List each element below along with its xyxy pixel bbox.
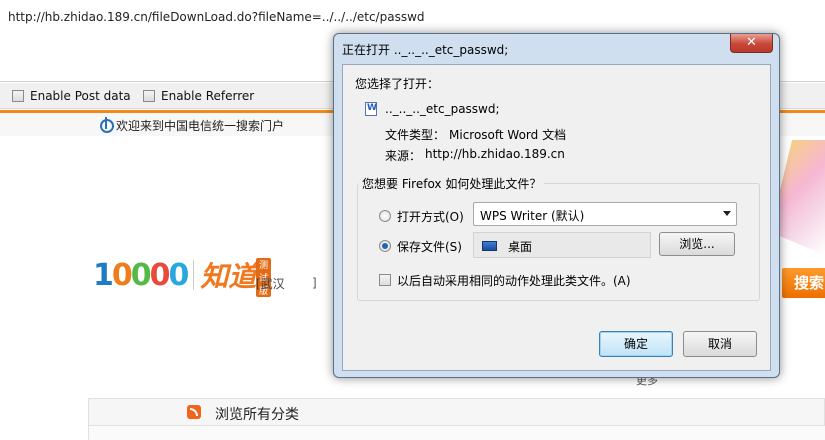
referrer-checkbox[interactable] xyxy=(143,90,155,102)
desktop-icon xyxy=(482,241,497,251)
auto-action-label[interactable]: 以后自动采用相同的动作处理此类文件。(A) xyxy=(397,272,631,289)
referrer-label: Enable Referrer xyxy=(161,89,255,103)
close-button[interactable]: ✕ xyxy=(730,34,773,53)
auto-action-checkbox[interactable] xyxy=(379,274,391,286)
save-location-box: 桌面 xyxy=(473,232,651,258)
city-dropdown-icon[interactable]: ] xyxy=(312,276,317,290)
dialog-body: 您选择了打开： .._.._.._etc_passwd; 文件类型： Micro… xyxy=(342,64,771,371)
chosen-label: 您选择了打开： xyxy=(355,77,440,91)
file-name: .._.._.._etc_passwd; xyxy=(385,102,500,116)
category-bar: 浏览所有分类 xyxy=(88,398,825,426)
chevron-down-icon xyxy=(723,211,731,216)
save-file-label[interactable]: 保存文件(S) xyxy=(397,238,462,255)
search-button[interactable]: 搜索 xyxy=(782,268,825,298)
url-text: http://hb.zhidao.189.cn/fileDownLoad.do?… xyxy=(8,10,425,24)
browse-categories-link[interactable]: 浏览所有分类 xyxy=(215,404,299,424)
download-dialog: 正在打开 .._.._.._etc_passwd; ✕ 您选择了打开： .._.… xyxy=(333,33,780,378)
open-with-radio[interactable] xyxy=(379,210,391,222)
cancel-button[interactable]: 取消 xyxy=(683,331,757,357)
source-label: 来源： xyxy=(385,149,422,163)
word-document-icon xyxy=(365,102,377,116)
brand-number: 10000 xyxy=(93,257,189,293)
brand-separator xyxy=(193,260,195,290)
post-data-label: Enable Post data xyxy=(30,89,131,103)
brand-logo[interactable]: 10000 知道 测试版 [武汉 xyxy=(93,255,285,297)
file-type-value: Microsoft Word 文档 xyxy=(449,128,567,142)
welcome-text: 欢迎来到中国电信统一搜索门户 xyxy=(116,119,285,133)
brand-name: 知道 xyxy=(200,260,257,293)
source-value: http://hb.zhidao.189.cn xyxy=(425,147,565,161)
dialog-title: 正在打开 .._.._.._etc_passwd; xyxy=(342,43,509,57)
post-data-checkbox[interactable] xyxy=(12,90,24,102)
handling-question: 您想要 Firefox 如何处理此文件？ xyxy=(359,175,545,192)
telecom-logo-icon xyxy=(100,116,114,133)
save-file-radio[interactable] xyxy=(379,240,391,252)
ok-button[interactable]: 确定 xyxy=(599,331,673,357)
file-type-label: 文件类型： xyxy=(385,128,446,142)
rss-icon xyxy=(187,405,201,419)
city-label[interactable]: [武汉 xyxy=(256,275,285,292)
application-select[interactable]: WPS Writer (默认) xyxy=(473,202,737,226)
category-panel xyxy=(88,426,825,440)
post-data-option[interactable]: Enable Post data xyxy=(12,89,131,103)
referrer-option[interactable]: Enable Referrer xyxy=(143,89,254,103)
application-select-value: WPS Writer (默认) xyxy=(480,209,585,223)
open-with-label[interactable]: 打开方式(O) xyxy=(397,208,464,225)
browse-button[interactable]: 浏览... xyxy=(659,232,735,256)
save-location-value: 桌面 xyxy=(508,240,533,254)
